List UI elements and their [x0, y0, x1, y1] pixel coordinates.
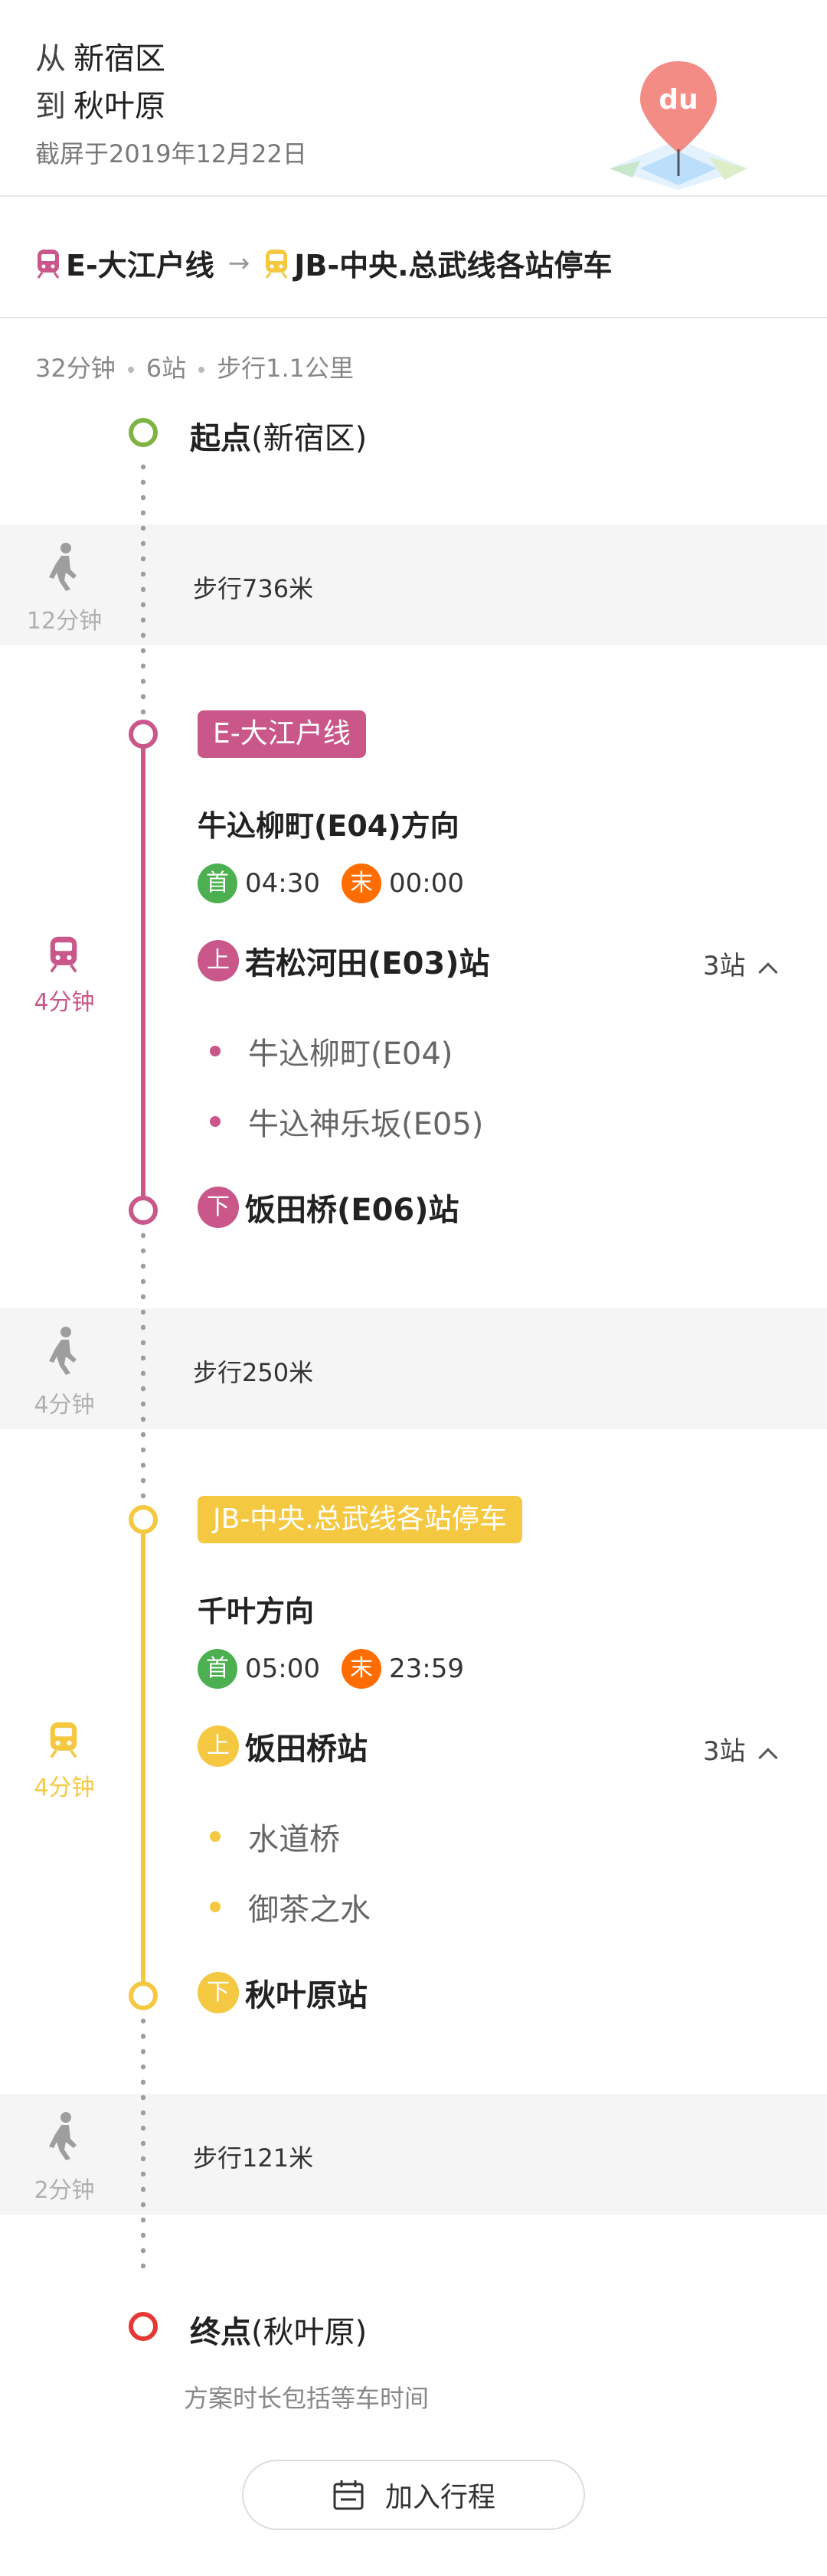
- intermediate-stop-name: 御茶之水: [248, 1892, 371, 1928]
- route-line1: E-大江户线: [66, 249, 214, 282]
- walk-connector-3: [141, 2013, 145, 2272]
- origin-name: 新宿区: [74, 41, 165, 77]
- walk-distance-1: 步行736米: [193, 574, 314, 603]
- trip-meta: 32分钟 6站 步行1.1公里: [35, 349, 354, 384]
- calendar-icon: [333, 2480, 364, 2510]
- route-arrow-icon: →: [227, 247, 250, 279]
- walk-time-2: 4分钟: [34, 1392, 95, 1419]
- board-node-1: [129, 720, 158, 749]
- walk-connector-1: [141, 459, 145, 733]
- rail-train-icon: [266, 249, 288, 279]
- stops-toggle-2[interactable]: 3站: [703, 1730, 778, 1768]
- alight-badge: 下: [198, 1972, 239, 2013]
- subway-train-icon: [37, 249, 60, 279]
- board-badge: 上: [198, 940, 239, 981]
- ride-time-1: 4分钟: [34, 989, 95, 1016]
- origin-row: 从新宿区: [35, 34, 165, 78]
- walk-time-1: 12分钟: [26, 608, 103, 635]
- stops-count: 3站: [703, 1736, 746, 1767]
- alight-node-1: [129, 1196, 158, 1225]
- start-point: 起点(新宿区): [190, 413, 367, 458]
- board-station-1: 上 若松河田(E03)站: [198, 939, 490, 983]
- route-line2: JB-中央.总武线各站停车: [294, 249, 613, 282]
- logo-text: du: [659, 84, 698, 116]
- intermediate-stop: 水道桥: [210, 1814, 340, 1859]
- board-badge: 上: [198, 1725, 239, 1767]
- walk-icon: [49, 1327, 77, 1375]
- ride-time-2: 4分钟: [34, 1774, 95, 1801]
- destination-row: 到秋叶原: [35, 81, 165, 126]
- end-place: (秋叶原): [251, 2315, 368, 2350]
- baidu-map-logo: du: [594, 54, 763, 199]
- alight-node-2: [129, 1981, 158, 2010]
- intermediate-stop-name: 牛込柳町(E04): [248, 1037, 453, 1072]
- trip-duration: 32分钟: [35, 354, 116, 383]
- intermediate-stop: 牛込神乐坂(E05): [210, 1099, 483, 1144]
- line-tag-1[interactable]: E-大江户线: [198, 710, 366, 758]
- summary-divider: [0, 317, 827, 318]
- add-to-itinerary-button[interactable]: 加入行程: [242, 2460, 585, 2530]
- trip-stations: 6站: [145, 354, 187, 383]
- rail-train-icon: [50, 1722, 77, 1758]
- intermediate-stop-name: 水道桥: [248, 1822, 340, 1857]
- board-station-name: 饭田桥站: [245, 1732, 368, 1767]
- destination-name: 秋叶原: [74, 89, 165, 124]
- wait-time-note: 方案时长包括等车时间: [184, 2384, 430, 2413]
- last-train-badge: 末: [341, 864, 381, 903]
- service-times-1: 首 04:30 末 00:00: [198, 864, 485, 903]
- board-station-name: 若松河田(E03)站: [245, 946, 490, 981]
- alight-station-name: 秋叶原站: [245, 1978, 368, 2013]
- route-summary: E-大江户线 → JB-中央.总武线各站停车: [35, 242, 613, 284]
- chevron-up-icon: [757, 962, 778, 982]
- intermediate-stop: 御茶之水: [210, 1885, 371, 1929]
- end-point: 终点(秋叶原): [190, 2307, 367, 2352]
- walk-time-3: 2分钟: [34, 2177, 95, 2204]
- last-train-time: 00:00: [388, 868, 464, 899]
- alight-station-1: 下 饭田桥(E06)站: [198, 1185, 459, 1229]
- direction-1: 牛込柳町(E04)方向: [198, 809, 459, 843]
- add-to-itinerary-label: 加入行程: [384, 2482, 495, 2513]
- header-divider: [0, 195, 827, 197]
- trip-walk: 步行1.1公里: [217, 354, 355, 383]
- line-jb-track: [141, 1520, 145, 1996]
- start-node: [129, 418, 158, 447]
- to-prefix: 到: [35, 89, 66, 124]
- walk-connector-2: [141, 1228, 145, 1511]
- last-train-time: 23:59: [388, 1654, 464, 1684]
- alight-station-2: 下 秋叶原站: [198, 1970, 368, 2015]
- line-e-track: [141, 735, 145, 1211]
- service-times-2: 首 05:00 末 23:59: [198, 1649, 485, 1689]
- walk-icon: [49, 2112, 77, 2160]
- line-tag-2[interactable]: JB-中央.总武线各站停车: [198, 1496, 522, 1543]
- chevron-up-icon: [757, 1748, 778, 1768]
- screenshot-date: 截屏于2019年12月22日: [35, 139, 307, 168]
- stops-toggle-1[interactable]: 3站: [703, 945, 778, 982]
- from-prefix: 从: [35, 41, 66, 77]
- walk-icon: [49, 543, 77, 591]
- alight-station-name: 饭田桥(E06)站: [245, 1193, 459, 1228]
- first-train-time: 05:00: [245, 1654, 320, 1684]
- alight-badge: 下: [198, 1187, 239, 1228]
- first-train-badge: 首: [198, 864, 237, 903]
- stops-count: 3站: [703, 951, 746, 981]
- direction-2: 千叶方向: [198, 1595, 315, 1628]
- end-node: [129, 2312, 158, 2341]
- board-node-2: [129, 1505, 158, 1534]
- intermediate-stop: 牛込柳町(E04): [210, 1029, 453, 1073]
- start-place: (新宿区): [251, 421, 368, 456]
- walk-distance-3: 步行121米: [193, 2143, 314, 2173]
- subway-train-icon: [50, 936, 77, 973]
- intermediate-stop-name: 牛込神乐坂(E05): [248, 1107, 484, 1142]
- first-train-badge: 首: [198, 1649, 237, 1689]
- board-station-2: 上 饭田桥站: [198, 1724, 368, 1768]
- first-train-time: 04:30: [245, 868, 320, 899]
- end-label: 终点: [190, 2315, 251, 2350]
- walk-distance-2: 步行250米: [193, 1358, 314, 1387]
- last-train-badge: 末: [341, 1649, 381, 1689]
- start-label: 起点: [190, 421, 251, 456]
